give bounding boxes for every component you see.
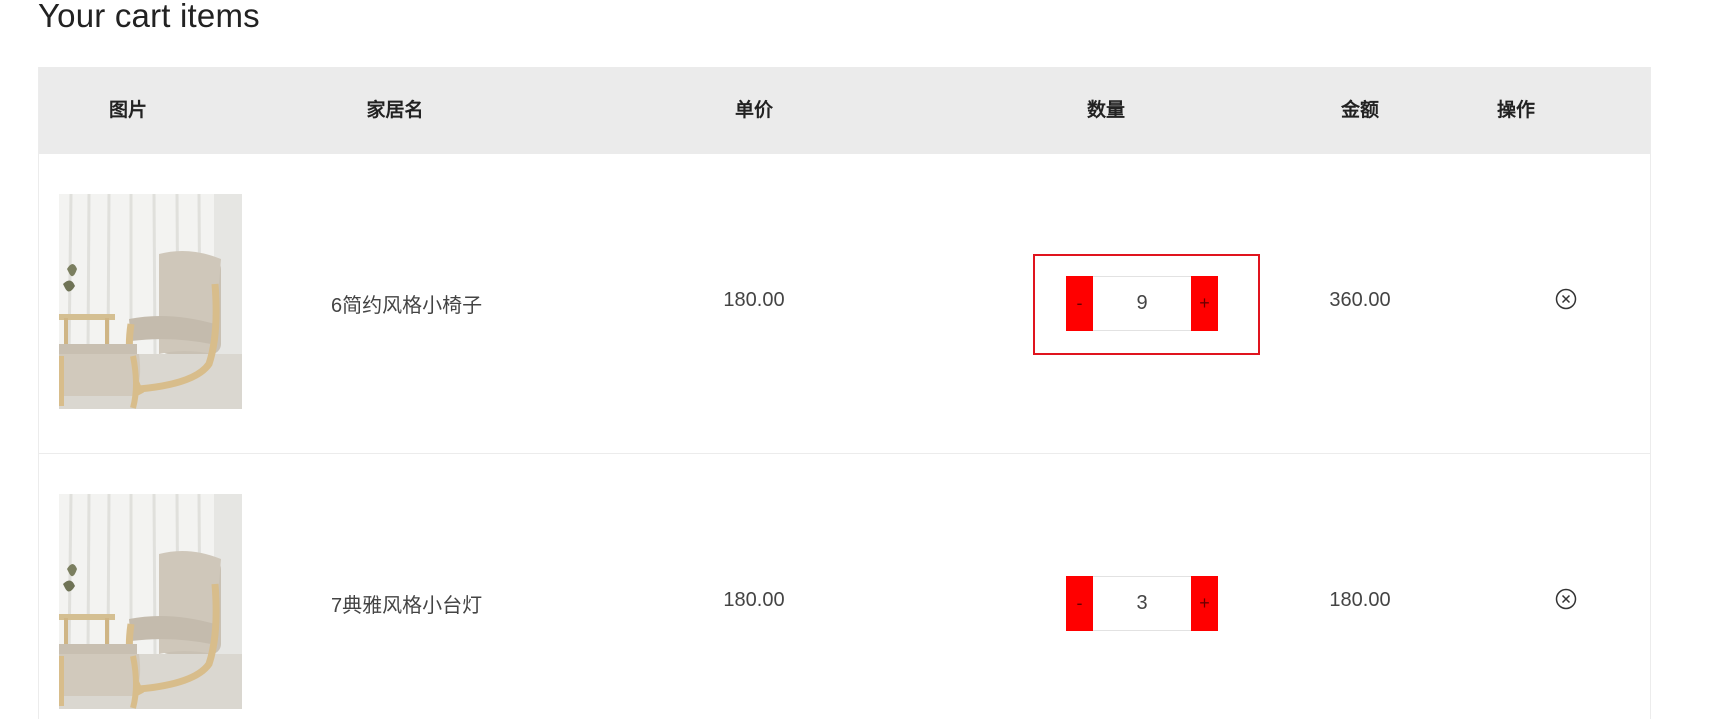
- table-header: 图片 家居名 单价 数量 金额 操作: [39, 67, 1650, 154]
- table-row: 6简约风格小椅子 180.00 - + 360.00: [39, 154, 1650, 454]
- product-name[interactable]: 6简约风格小椅子: [331, 289, 482, 318]
- product-image[interactable]: [59, 494, 242, 709]
- unit-price: 180.00: [723, 289, 785, 311]
- quantity-input[interactable]: [1093, 576, 1191, 631]
- unit-price: 180.00: [723, 589, 785, 611]
- line-amount: 180.00: [1329, 589, 1391, 611]
- close-circle-icon: [1555, 588, 1577, 610]
- remove-item-button[interactable]: [1555, 588, 1577, 610]
- table-row: 7典雅风格小台灯 180.00 - + 180.00: [39, 454, 1650, 719]
- quantity-stepper: - +: [1066, 276, 1218, 331]
- quantity-stepper: - +: [1066, 576, 1218, 631]
- increment-button[interactable]: +: [1191, 276, 1218, 331]
- header-image: 图片: [108, 100, 148, 121]
- line-amount: 360.00: [1329, 289, 1391, 311]
- decrement-button[interactable]: -: [1066, 576, 1093, 631]
- header-quantity: 数量: [1086, 100, 1126, 121]
- product-image[interactable]: [59, 194, 242, 409]
- cart-table: 图片 家居名 单价 数量 金额 操作 6简约风格小椅子 180.00 - 9 +…: [38, 67, 1651, 719]
- decrement-button[interactable]: -: [1066, 276, 1093, 331]
- increment-button[interactable]: +: [1191, 576, 1218, 631]
- header-name: 家居名: [366, 100, 424, 121]
- close-circle-icon: [1555, 288, 1577, 310]
- page-title: Your cart items: [38, 0, 260, 34]
- remove-item-button[interactable]: [1555, 288, 1577, 310]
- header-action: 操作: [1496, 100, 1536, 121]
- header-amount: 金额: [1340, 100, 1380, 121]
- product-name[interactable]: 7典雅风格小台灯: [331, 589, 482, 618]
- quantity-input[interactable]: [1093, 276, 1191, 331]
- header-price: 单价: [734, 100, 774, 121]
